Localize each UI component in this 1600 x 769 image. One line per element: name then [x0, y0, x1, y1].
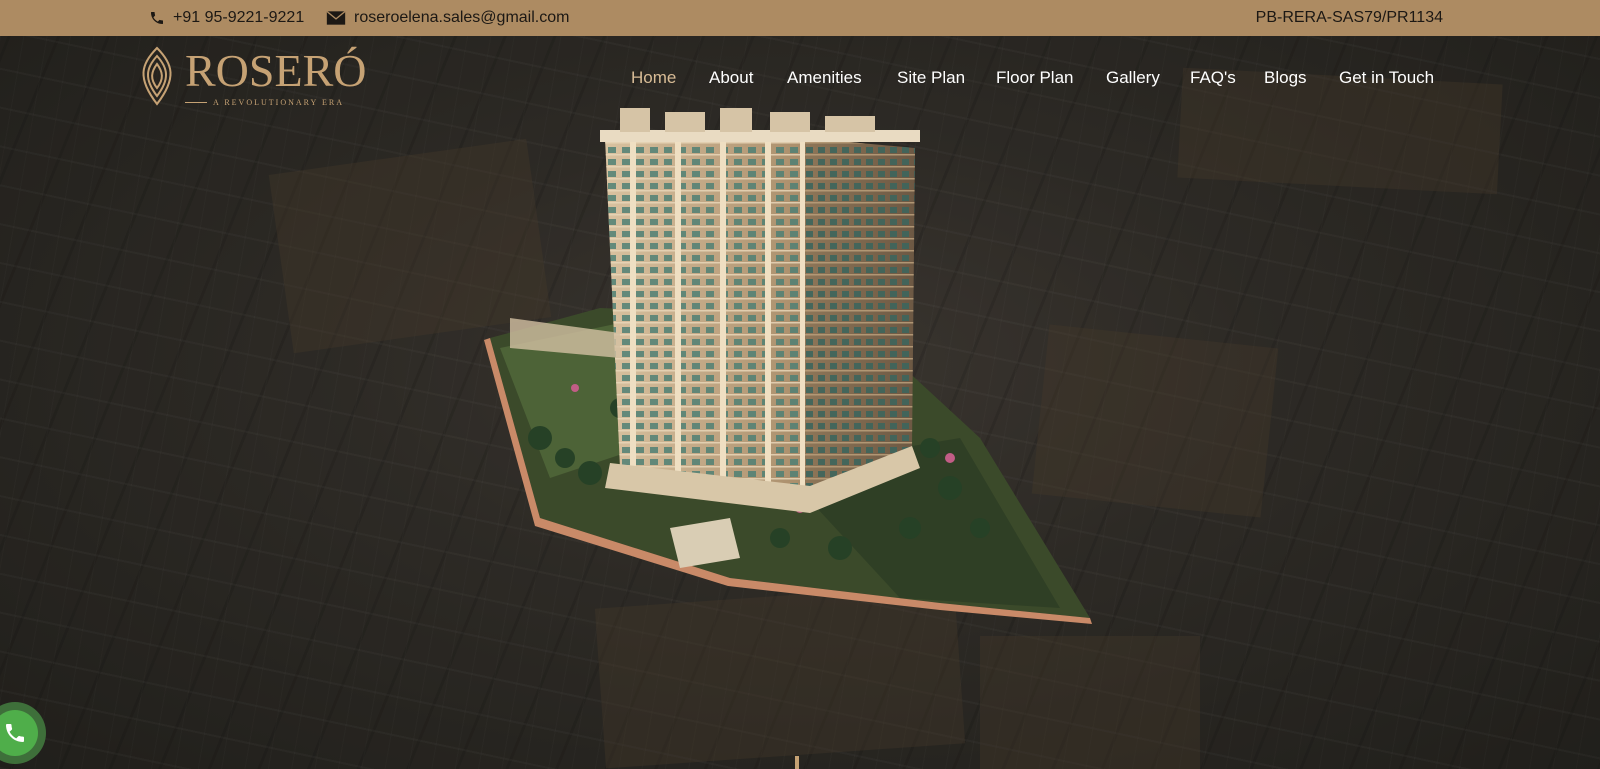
nav-amenities[interactable]: Amenities — [787, 64, 862, 92]
phone-link[interactable]: +91 95-9221-9221 — [149, 0, 304, 36]
nav-site-plan[interactable]: Site Plan — [897, 64, 965, 92]
nav-about[interactable]: About — [709, 64, 753, 92]
logo-divider — [185, 102, 207, 103]
phone-icon — [151, 12, 163, 24]
logo-tagline: A REVOLUTIONARY ERA — [213, 98, 345, 107]
whatsapp-phone-icon — [6, 724, 24, 742]
nav-gallery[interactable]: Gallery — [1106, 64, 1160, 92]
nav-faqs[interactable]: FAQ's — [1190, 64, 1236, 92]
nav-blogs[interactable]: Blogs — [1264, 64, 1307, 92]
scroll-indicator — [795, 756, 799, 769]
rera-number: PB-RERA-SAS79/PR1134 — [1255, 9, 1443, 26]
main-nav: Home About Amenities Site Plan Floor Pla… — [0, 64, 1600, 92]
email-address: roseroelena.sales@gmail.com — [354, 9, 570, 26]
nav-home[interactable]: Home — [631, 64, 676, 92]
envelope-icon — [326, 10, 346, 25]
email-link[interactable]: roseroelena.sales@gmail.com — [326, 0, 569, 36]
nav-get-in-touch[interactable]: Get in Touch — [1339, 64, 1434, 92]
nav-floor-plan[interactable]: Floor Plan — [996, 64, 1073, 92]
top-contact-bar: +91 95-9221-9221 roseroelena.sales@gmail… — [0, 0, 1600, 36]
building-render — [484, 108, 1092, 624]
phone-number: +91 95-9221-9221 — [173, 9, 305, 26]
